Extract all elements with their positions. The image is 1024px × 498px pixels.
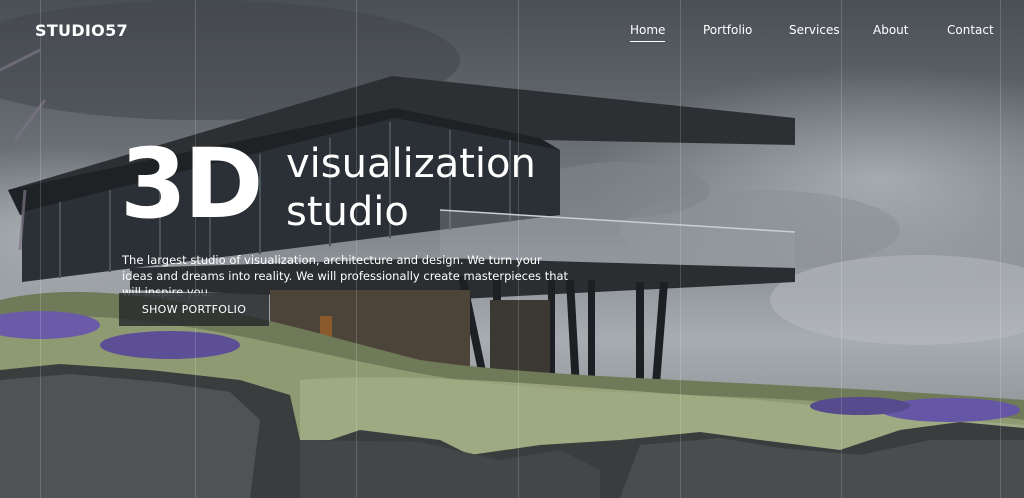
hero-section: STUDIO57 Home Portfolio Services About C… [0, 0, 1024, 498]
hero-title-line1: visualization [286, 141, 536, 187]
nav-link-services[interactable]: Services [789, 23, 840, 37]
hero-title-3d: 3D [120, 128, 263, 240]
nav-link-contact[interactable]: Contact [947, 23, 994, 37]
grid-line [680, 0, 681, 498]
grid-line [1000, 0, 1001, 498]
nav-link-portfolio[interactable]: Portfolio [703, 23, 752, 37]
nav-link-about[interactable]: About [873, 23, 908, 37]
background-house-photo [0, 0, 1024, 498]
grid-line [356, 0, 357, 498]
grid-line [518, 0, 519, 498]
main-nav: Home Portfolio Services About Contact [0, 23, 1024, 43]
grid-line [195, 0, 196, 498]
nav-link-home[interactable]: Home [630, 23, 666, 42]
hero-title-line2: studio [286, 189, 409, 235]
grid-line [40, 0, 41, 498]
grid-line [841, 0, 842, 498]
show-portfolio-button[interactable]: SHOW PORTFOLIO [119, 293, 269, 326]
